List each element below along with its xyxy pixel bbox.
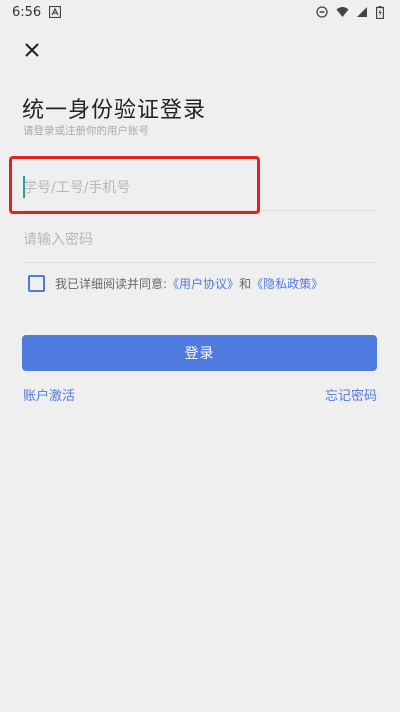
password-field-container: [23, 218, 377, 263]
login-button[interactable]: 登录: [22, 335, 377, 371]
text-cursor: [23, 176, 25, 198]
activate-account-link[interactable]: 账户激活: [23, 385, 75, 404]
forgot-password-link[interactable]: 忘记密码: [325, 385, 377, 404]
status-bar: 6:56: [0, 0, 400, 24]
signal-icon: [356, 6, 368, 18]
agreement-and: 和: [239, 277, 252, 291]
password-input[interactable]: [23, 232, 377, 248]
page-subtitle: 请登录或注册你的用户账号: [23, 125, 149, 137]
battery-icon: [376, 6, 388, 20]
username-field-container: [23, 166, 377, 211]
status-left: 6:56: [12, 4, 62, 20]
privacy-policy-link[interactable]: 《隐私政策》: [251, 275, 323, 292]
notification-a-icon: [49, 5, 62, 19]
close-button[interactable]: [20, 40, 44, 64]
do-not-disturb-icon: [316, 6, 328, 18]
status-right: [316, 6, 388, 20]
agreement-prefix: 我已详细阅读并同意:: [55, 277, 168, 291]
page-title: 统一身份验证登录: [22, 98, 207, 123]
wifi-icon: [336, 6, 349, 18]
agreement-row: 我已详细阅读并同意: 《用户协议》 和 《隐私政策》: [28, 275, 323, 292]
close-icon: [24, 42, 40, 62]
user-agreement-link[interactable]: 《用户协议》: [167, 275, 239, 292]
username-input[interactable]: [23, 180, 377, 196]
status-time: 6:56: [12, 4, 42, 20]
agreement-checkbox[interactable]: [28, 275, 45, 292]
